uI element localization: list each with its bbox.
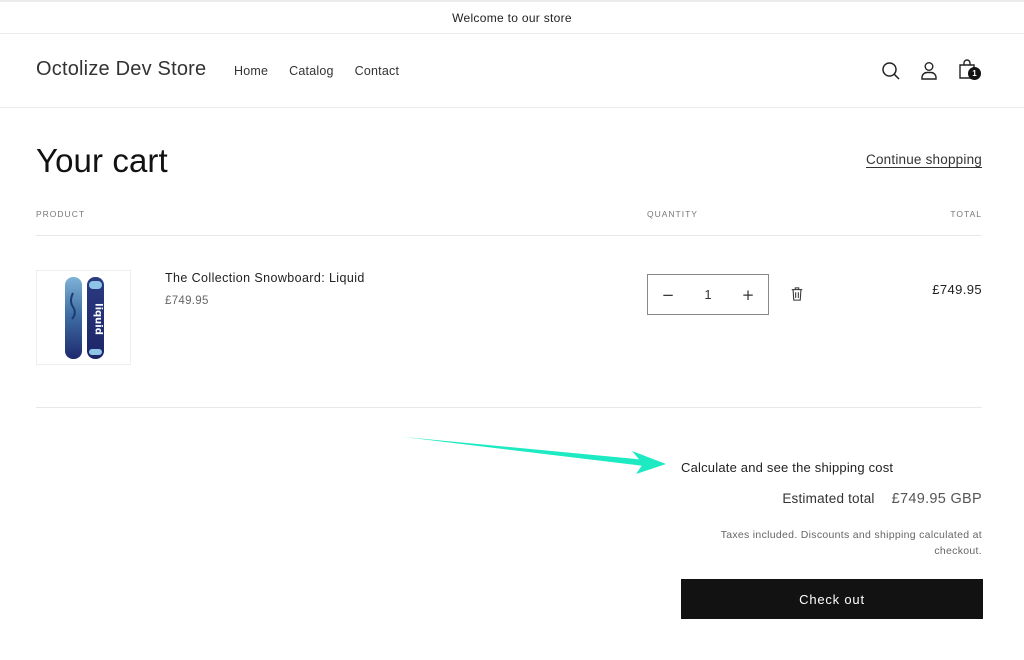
announcement-text: Welcome to our store	[452, 10, 572, 25]
column-header-total: TOTAL	[950, 209, 982, 219]
account-icon	[921, 61, 937, 80]
quantity-increase-button[interactable]: +	[728, 275, 768, 314]
product-title-link[interactable]: The Collection Snowboard: Liquid	[165, 271, 365, 285]
column-header-product: PRODUCT	[36, 209, 86, 219]
cart-items-divider	[36, 407, 982, 408]
shipping-calculator-link[interactable]: Calculate and see the shipping cost	[681, 460, 893, 475]
store-logo[interactable]: Octolize Dev Store	[36, 58, 206, 81]
annotation-arrow	[404, 437, 666, 474]
column-header-quantity: QUANTITY	[647, 209, 698, 219]
quantity-stepper: − +	[647, 274, 769, 315]
estimated-total-value: £749.95 GBP	[891, 491, 982, 507]
trash-icon	[791, 287, 803, 301]
quantity-decrease-button[interactable]: −	[648, 275, 688, 314]
remove-item-button[interactable]	[789, 286, 805, 304]
cart-button[interactable]: 1	[954, 56, 981, 82]
page-title: Your cart	[36, 142, 168, 179]
line-item-total: £749.95	[932, 282, 982, 297]
account-button[interactable]	[916, 58, 942, 84]
estimated-total-label: Estimated total	[782, 491, 875, 506]
svg-text:liquid: liquid	[93, 303, 104, 335]
annotation-arrow-shaft	[404, 437, 646, 466]
announcement-bar: Welcome to our store	[0, 0, 1024, 34]
snowboard-image: liquid	[65, 277, 104, 359]
search-icon	[882, 62, 900, 80]
cart-count-badge: 1	[968, 67, 981, 80]
nav-contact[interactable]: Contact	[355, 64, 399, 78]
continue-shopping-link[interactable]: Continue shopping	[866, 152, 982, 167]
site-header: Octolize Dev Store Home Catalog Contact …	[0, 34, 1024, 108]
table-header-divider	[36, 235, 982, 236]
tax-note: Taxes included. Discounts and shipping c…	[720, 529, 982, 557]
estimated-total: Estimated total £749.95 GBP	[782, 491, 982, 507]
search-button[interactable]	[878, 58, 904, 84]
quantity-input[interactable]	[688, 275, 728, 314]
product-unit-price: £749.95	[165, 295, 209, 307]
product-image[interactable]: liquid	[36, 270, 131, 365]
checkout-button[interactable]: Check out	[681, 579, 983, 619]
nav-catalog[interactable]: Catalog	[289, 64, 334, 78]
nav-home[interactable]: Home	[234, 64, 268, 78]
main-nav: Home Catalog Contact	[234, 64, 399, 78]
